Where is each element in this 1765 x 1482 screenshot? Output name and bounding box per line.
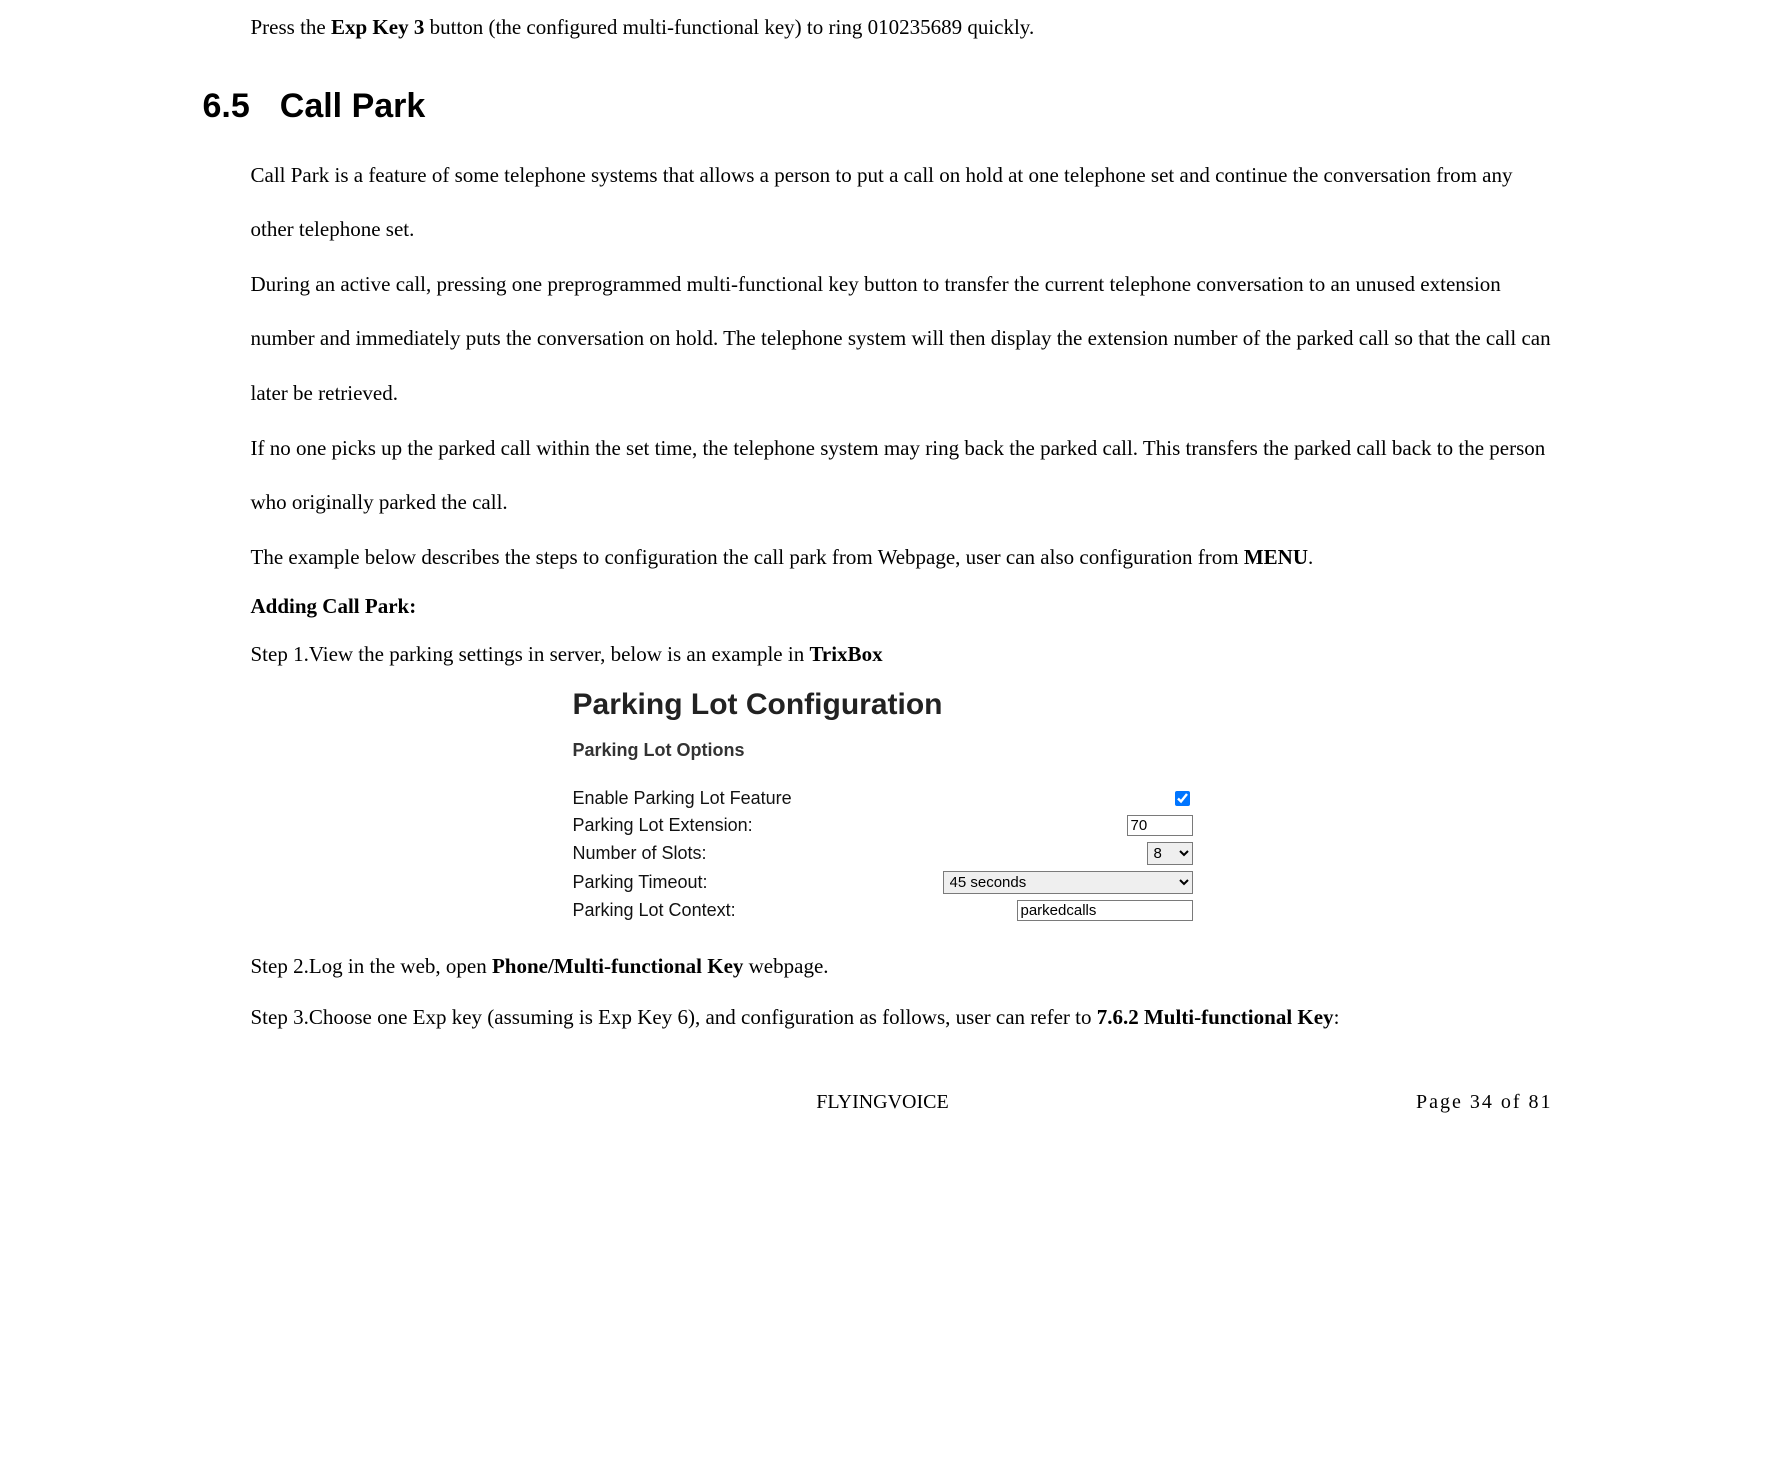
intro-line: Press the Exp Key 3 button (the configur… — [251, 0, 1553, 55]
label-timeout: Parking Timeout: — [573, 872, 933, 893]
adding-call-park-heading: Adding Call Park: — [251, 590, 1553, 624]
intro-pre: Press the — [251, 15, 332, 39]
row-context: Parking Lot Context: — [573, 897, 1193, 924]
figure-subtitle: Parking Lot Options — [573, 740, 1193, 761]
select-parking-timeout[interactable]: 45 seconds — [943, 871, 1193, 894]
intro-bold: Exp Key 3 — [331, 15, 424, 39]
figure-title: Parking Lot Configuration — [573, 688, 1193, 722]
step3-bold: 7.6.2 Multi-functional Key — [1097, 1005, 1334, 1029]
label-extension: Parking Lot Extension: — [573, 815, 1013, 836]
checkbox-enable-parking[interactable] — [1175, 791, 1190, 806]
step1-bold: TrixBox — [809, 642, 882, 666]
input-parking-context[interactable] — [1017, 900, 1193, 921]
para4-bold: MENU — [1244, 545, 1308, 569]
footer-page-number: Page 34 of 81 — [1106, 1091, 1553, 1114]
step-3: Step 3.Choose one Exp key (assuming is E… — [251, 1001, 1553, 1035]
label-enable: Enable Parking Lot Feature — [573, 788, 1013, 809]
step2-bold: Phone/Multi-functional Key — [492, 954, 743, 978]
step-1: Step 1.View the parking settings in serv… — [251, 638, 1553, 672]
intro-post: button (the configured multi-functional … — [424, 15, 1034, 39]
step3-pre: Step 3.Choose one Exp key (assuming is E… — [251, 1005, 1097, 1029]
row-extension: Parking Lot Extension: — [573, 812, 1193, 839]
step2-post: webpage. — [743, 954, 828, 978]
para4-post: . — [1308, 545, 1313, 569]
input-parking-extension[interactable] — [1127, 815, 1193, 836]
para-3: If no one picks up the parked call withi… — [251, 421, 1553, 530]
section-number: 6.5 — [203, 87, 250, 126]
label-slots: Number of Slots: — [573, 843, 1013, 864]
row-slots: Number of Slots: 8 — [573, 839, 1193, 868]
para-2: During an active call, pressing one prep… — [251, 257, 1553, 421]
step-2: Step 2.Log in the web, open Phone/Multi-… — [251, 950, 1553, 984]
para4-pre: The example below describes the steps to… — [251, 545, 1244, 569]
step3-post: : — [1334, 1005, 1340, 1029]
section-title: Call Park — [280, 87, 426, 126]
row-timeout: Parking Timeout: 45 seconds — [573, 868, 1193, 897]
footer-brand: FLYINGVOICE — [659, 1091, 1106, 1114]
step2-pre: Step 2.Log in the web, open — [251, 954, 492, 978]
page-footer: FLYINGVOICE Page 34 of 81 — [213, 1091, 1553, 1114]
para-1: Call Park is a feature of some telephone… — [251, 148, 1553, 257]
label-context: Parking Lot Context: — [573, 900, 933, 921]
section-heading-row: 6.5 Call Park — [203, 87, 1563, 126]
row-enable: Enable Parking Lot Feature — [573, 785, 1193, 812]
para-4: The example below describes the steps to… — [251, 530, 1553, 585]
step1-pre: Step 1.View the parking settings in serv… — [251, 642, 810, 666]
parking-lot-figure: Parking Lot Configuration Parking Lot Op… — [573, 688, 1193, 924]
select-number-of-slots[interactable]: 8 — [1147, 842, 1193, 865]
